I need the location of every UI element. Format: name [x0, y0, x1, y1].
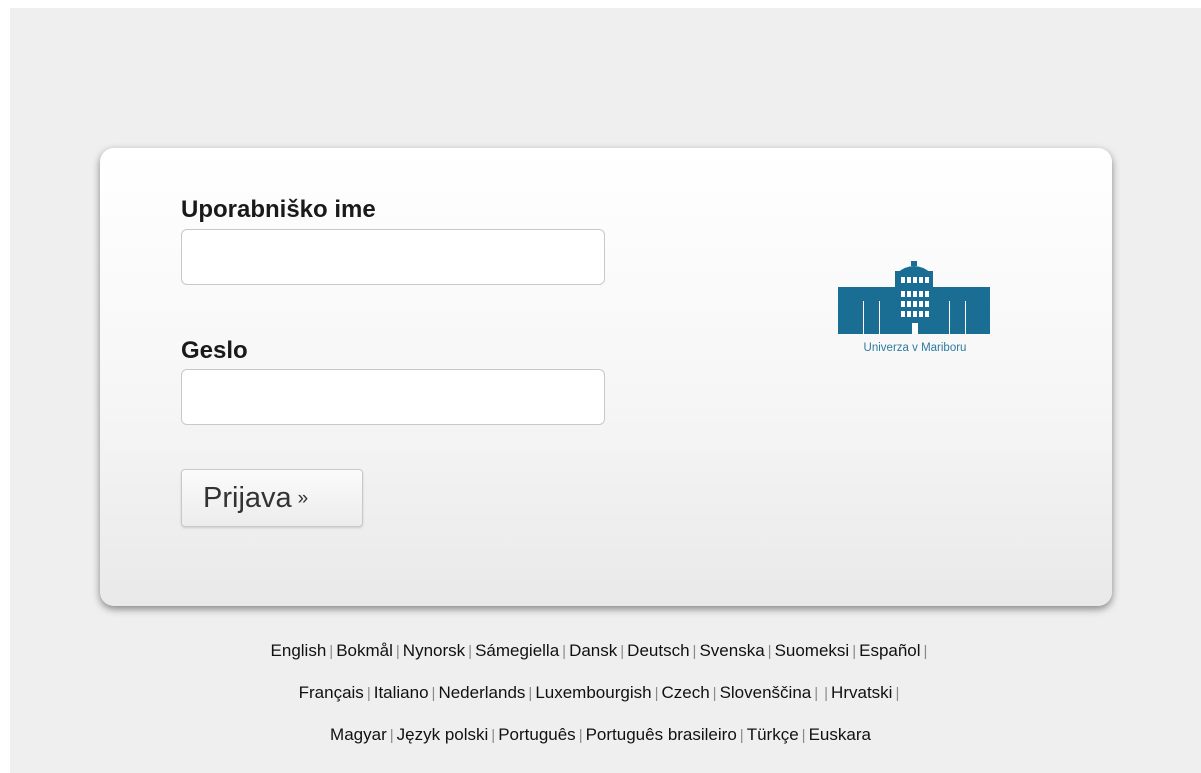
login-button[interactable]: Prijava» [181, 469, 363, 527]
separator: | [366, 685, 371, 702]
language-link-dansk[interactable]: Dansk [569, 641, 617, 660]
university-building-icon [838, 261, 990, 334]
language-link-espanol[interactable]: Español [859, 641, 920, 660]
language-link-italiano[interactable]: Italiano [374, 683, 429, 702]
language-selector: English | Bokmål | Nynorsk | Sámegiella | Dansk |… [0, 630, 1201, 756]
language-link-english[interactable]: English [271, 641, 327, 660]
separator: | [739, 727, 744, 744]
separator: | [395, 643, 400, 660]
separator: | [491, 727, 496, 744]
separator: | [562, 643, 567, 660]
language-link-francais[interactable]: Français [299, 683, 364, 702]
logo-text: Univerza v Mariboru [863, 342, 967, 354]
separator: | [468, 643, 473, 660]
university-logo: Univerza v Mariboru [835, 261, 995, 357]
language-link-nynorsk[interactable]: Nynorsk [403, 641, 465, 660]
language-link-luxembourgish[interactable]: Luxembourgish [535, 683, 651, 702]
separator: | [814, 685, 819, 702]
login-button-label: Prijava [203, 481, 292, 514]
separator: | [712, 685, 717, 702]
password-label: Geslo [181, 337, 248, 364]
language-link-suomeksi[interactable]: Suomeksi [775, 641, 850, 660]
separator: | [895, 685, 900, 702]
double-chevron-right-icon: » [297, 487, 309, 509]
language-row: English | Bokmål | Nynorsk | Sámegiella | Dansk |… [0, 630, 1201, 672]
separator: | [801, 727, 806, 744]
language-link-svenska[interactable]: Svenska [699, 641, 764, 660]
language-link-turkce[interactable]: Türkçe [747, 725, 799, 744]
language-link-portugues-brasileiro[interactable]: Português brasileiro [586, 725, 737, 744]
language-link-czech[interactable]: Czech [661, 683, 709, 702]
separator: | [578, 727, 583, 744]
separator: | [692, 643, 697, 660]
language-row: Magyar | Język polski | Português | Português … [0, 714, 1201, 756]
separator: | [329, 643, 334, 660]
language-link-deutsch[interactable]: Deutsch [627, 641, 689, 660]
language-link-slovenscina[interactable]: Slovenščina [720, 683, 812, 702]
separator: | [923, 643, 928, 660]
separator: | [431, 685, 436, 702]
language-link-samegiella[interactable]: Sámegiella [475, 641, 559, 660]
separator: | [620, 643, 625, 660]
language-link-hrvatski[interactable]: Hrvatski [831, 683, 892, 702]
language-link-bokmal[interactable]: Bokmål [336, 641, 393, 660]
language-link-nederlands[interactable]: Nederlands [438, 683, 525, 702]
login-card: Uporabniško ime Geslo Prijava» Univerza … [100, 148, 1112, 606]
language-link-euskara[interactable]: Euskara [809, 725, 871, 744]
separator: | [852, 643, 857, 660]
language-row: Français | Italiano | Nederlands | Luxembourgi… [0, 672, 1201, 714]
username-input[interactable] [181, 229, 605, 285]
password-input[interactable] [181, 369, 605, 425]
username-label: Uporabniško ime [181, 196, 376, 223]
language-link-magyar[interactable]: Magyar [330, 725, 387, 744]
separator: | [528, 685, 533, 702]
language-link-polski[interactable]: Język polski [397, 725, 489, 744]
separator: | [824, 685, 829, 702]
separator: | [389, 727, 394, 744]
language-link-portugues[interactable]: Português [498, 725, 576, 744]
separator: | [654, 685, 659, 702]
separator: | [767, 643, 772, 660]
